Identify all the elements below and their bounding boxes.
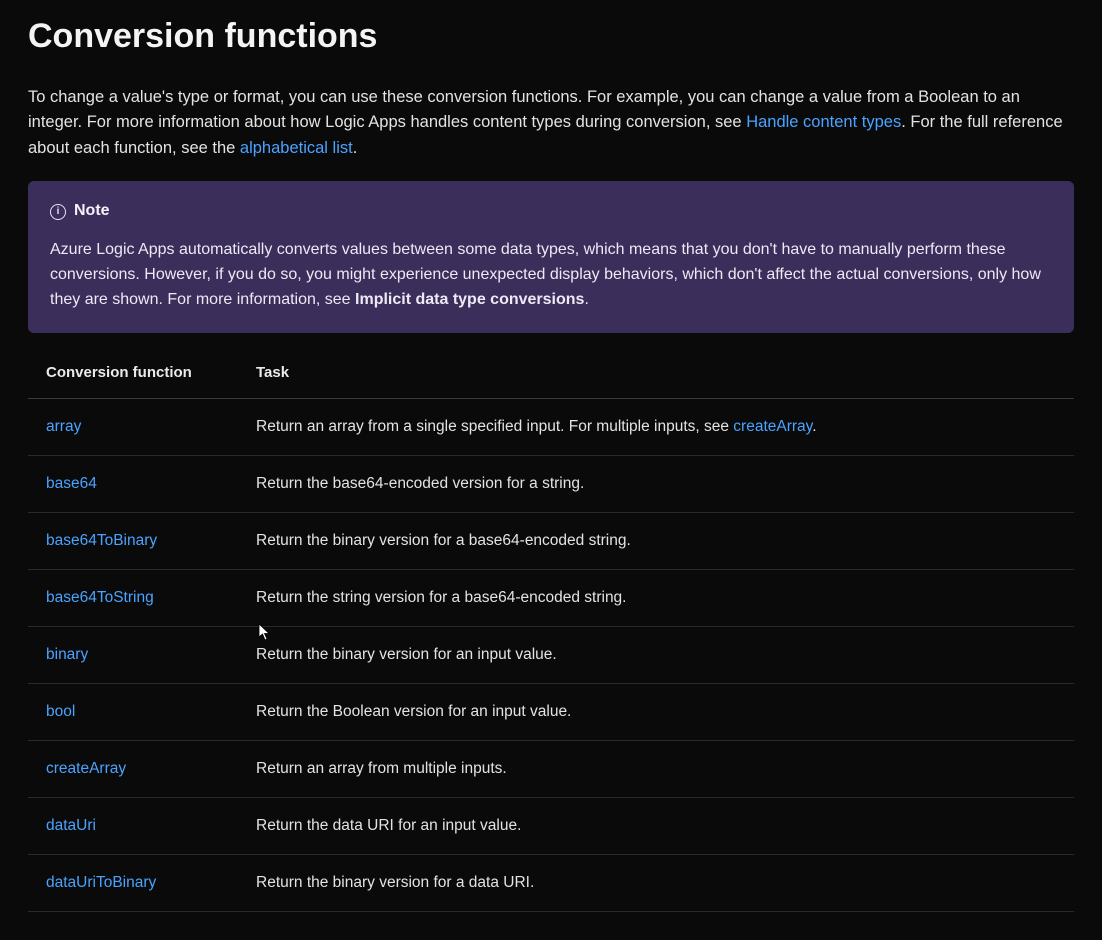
handle-content-types-link[interactable]: Handle content types — [746, 113, 901, 131]
func-link-datauri[interactable]: dataUri — [46, 817, 96, 834]
func-link-base64[interactable]: base64 — [46, 475, 97, 492]
intro-text-3: . — [353, 139, 358, 157]
table-row: array Return an array from a single spec… — [28, 398, 1074, 455]
note-body-suffix: . — [584, 291, 588, 308]
conversion-functions-table: Conversion function Task array Return an… — [28, 347, 1074, 912]
task-cell: Return the binary version for an input v… — [238, 626, 1074, 683]
note-callout: i Note Azure Logic Apps automatically co… — [28, 181, 1074, 332]
table-row: bool Return the Boolean version for an i… — [28, 683, 1074, 740]
implicit-conversions-link[interactable]: Implicit data type conversions — [355, 291, 584, 308]
table-row: base64 Return the base64-encoded version… — [28, 455, 1074, 512]
func-link-datauritobinary[interactable]: dataUriToBinary — [46, 874, 156, 891]
func-link-bool[interactable]: bool — [46, 703, 75, 720]
func-link-createarray[interactable]: createArray — [46, 760, 126, 777]
page-title: Conversion functions — [28, 10, 1074, 63]
func-link-array[interactable]: array — [46, 418, 81, 435]
func-link-createarray-inline[interactable]: createArray — [733, 418, 812, 435]
task-cell: Return the base64-encoded version for a … — [238, 455, 1074, 512]
table-row: base64ToBinary Return the binary version… — [28, 512, 1074, 569]
task-text-suffix: . — [812, 418, 816, 435]
intro-paragraph: To change a value's type or format, you … — [28, 85, 1074, 162]
task-cell: Return an array from multiple inputs. — [238, 740, 1074, 797]
table-row: base64ToString Return the string version… — [28, 569, 1074, 626]
task-cell: Return the Boolean version for an input … — [238, 683, 1074, 740]
table-row: binary Return the binary version for an … — [28, 626, 1074, 683]
table-row: dataUriToBinary Return the binary versio… — [28, 854, 1074, 911]
func-link-binary[interactable]: binary — [46, 646, 88, 663]
alphabetical-list-link[interactable]: alphabetical list — [240, 139, 353, 157]
task-text-prefix: Return an array from a single specified … — [256, 418, 733, 435]
note-title: Note — [74, 199, 110, 224]
func-link-base64tostring[interactable]: base64ToString — [46, 589, 154, 606]
table-header-task: Task — [238, 347, 1074, 399]
info-icon: i — [50, 204, 66, 220]
task-cell: Return the string version for a base64-e… — [238, 569, 1074, 626]
task-cell: Return the binary version for a base64-e… — [238, 512, 1074, 569]
table-header-function: Conversion function — [28, 347, 238, 399]
task-cell: Return the data URI for an input value. — [238, 797, 1074, 854]
note-body: Azure Logic Apps automatically converts … — [50, 238, 1052, 312]
task-cell: Return the binary version for a data URI… — [238, 854, 1074, 911]
func-link-base64tobinary[interactable]: base64ToBinary — [46, 532, 157, 549]
task-cell: Return an array from a single specified … — [238, 398, 1074, 455]
table-row: dataUri Return the data URI for an input… — [28, 797, 1074, 854]
table-row: createArray Return an array from multipl… — [28, 740, 1074, 797]
